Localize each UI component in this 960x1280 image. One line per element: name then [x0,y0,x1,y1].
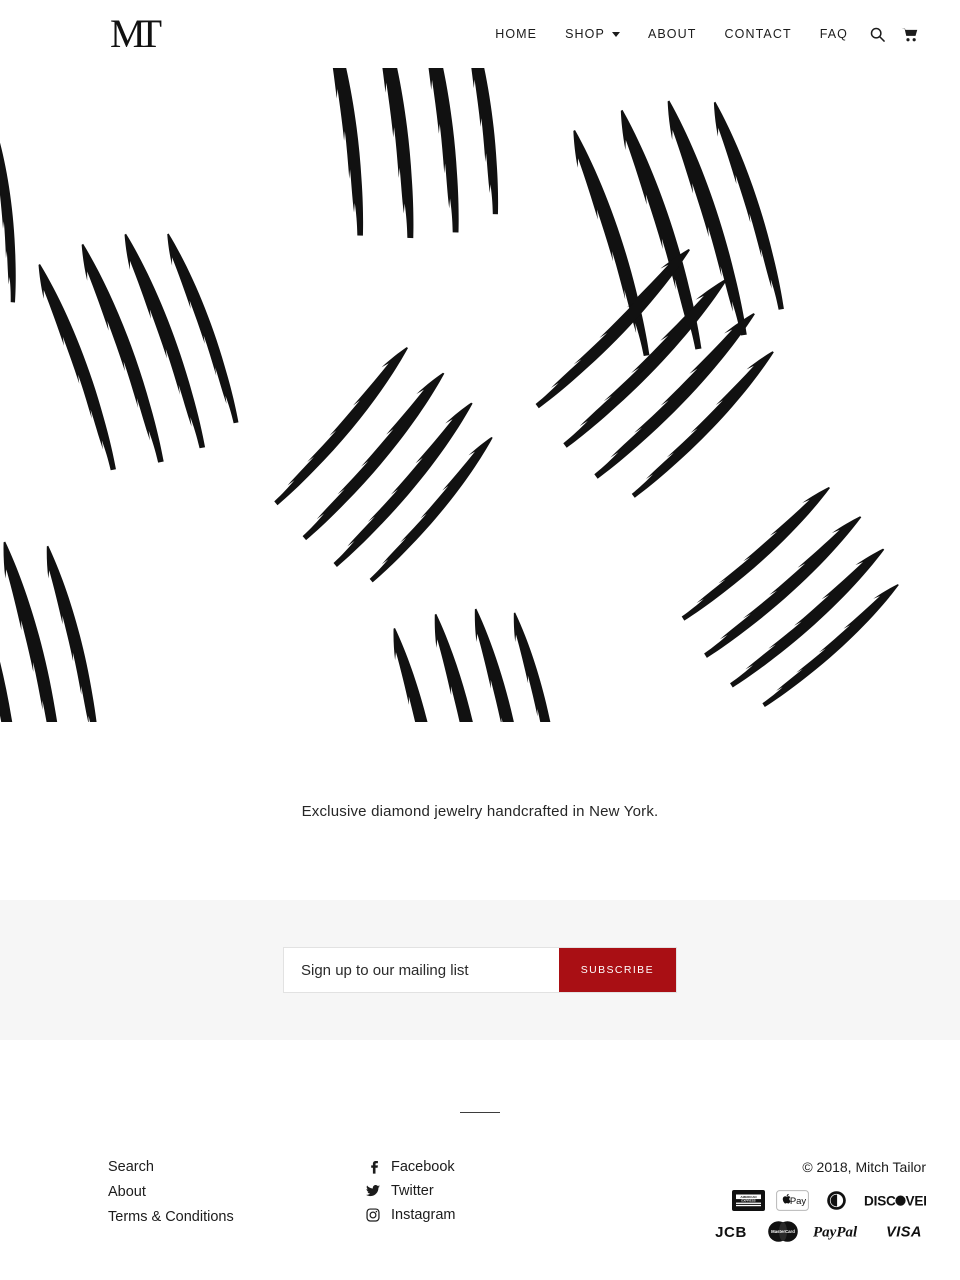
copyright-text: © 2018, Mitch Tailor [802,1159,926,1175]
twitter-icon [366,1184,380,1198]
logo-text: MT [110,11,163,56]
footer-links-column: Search About Terms & Conditions [108,1159,366,1234]
site-footer: Search About Terms & Conditions Facebook [0,1112,960,1252]
american-express-icon: AMERICAN EXPRESS [732,1190,765,1211]
payment-icons-row-2: JCB MasterCard PayPal VISA [666,1220,926,1243]
newsletter-section: SUBSCRIBE [0,900,960,1040]
mastercard-icon: MasterCard [764,1220,802,1243]
footer-payment-column: © 2018, Mitch Tailor AMERICAN EXPRESS Pa… [666,1159,926,1252]
diners-club-icon [820,1190,853,1211]
svg-text:JCB: JCB [715,1224,747,1241]
footer-social-column: Facebook Twitter Instagram [366,1159,666,1231]
svg-text:MasterCard: MasterCard [771,1229,795,1234]
subscribe-button[interactable]: SUBSCRIBE [558,948,676,992]
svg-text:VER: VER [906,1193,927,1208]
nav-home[interactable]: HOME [481,19,551,49]
nav-about[interactable]: ABOUT [634,19,711,49]
nav-contact-label: CONTACT [724,27,792,41]
main-navigation: HOME SHOP ABOUT CONTACT FAQ [481,19,926,49]
footer-link-terms-label: Terms & Conditions [108,1209,234,1225]
nav-about-label: ABOUT [647,27,697,41]
svg-text:PayPal: PayPal [813,1225,858,1241]
visa-icon: VISA [882,1221,926,1242]
newsletter-form: SUBSCRIBE [284,948,676,992]
footer-columns: Search About Terms & Conditions Facebook [0,1113,960,1252]
social-link-facebook-label: Facebook [391,1159,455,1175]
mitch-tailor-logo[interactable]: MT [110,14,162,54]
nav-faq[interactable]: FAQ [806,19,862,49]
social-link-instagram-label: Instagram [391,1207,456,1223]
social-link-twitter-label: Twitter [391,1183,434,1199]
site-header: MT HOME SHOP ABOUT CONTACT FAQ [0,0,960,68]
footer-link-terms[interactable]: Terms & Conditions [108,1209,366,1225]
nav-contact[interactable]: CONTACT [711,19,806,49]
page-tagline: Exclusive diamond jewelry handcrafted in… [301,802,659,820]
nav-shop-label: SHOP [565,27,605,41]
cart-icon[interactable] [893,21,926,48]
instagram-icon [366,1208,380,1222]
footer-link-search[interactable]: Search [108,1159,366,1175]
social-link-facebook[interactable]: Facebook [366,1159,666,1175]
search-icon[interactable] [862,21,893,48]
facebook-icon [366,1160,380,1174]
tagline-section: Exclusive diamond jewelry handcrafted in… [0,722,960,900]
svg-text:DISC: DISC [864,1193,896,1208]
footer-link-search-label: Search [108,1159,154,1175]
apple-pay-icon: Pay [776,1190,809,1211]
hero-banner [0,68,960,722]
chevron-down-icon [611,31,620,37]
newsletter-email-input[interactable] [284,948,559,992]
social-link-instagram[interactable]: Instagram [366,1207,666,1223]
svg-text:Pay: Pay [790,1196,807,1207]
svg-text:VISA: VISA [886,1225,922,1241]
svg-text:EXPRESS: EXPRESS [741,1198,755,1202]
discover-icon: DISC VER [864,1190,926,1211]
footer-link-about[interactable]: About [108,1184,366,1200]
claw-marks-banner [0,68,960,722]
jcb-icon: JCB [709,1221,753,1242]
social-link-twitter[interactable]: Twitter [366,1183,666,1199]
nav-shop[interactable]: SHOP [551,19,634,49]
footer-link-about-label: About [108,1184,146,1200]
payment-icons-row-1: AMERICAN EXPRESS Pay DISC VE [666,1190,926,1211]
nav-home-label: HOME [495,27,538,41]
paypal-icon: PayPal [813,1221,871,1242]
nav-faq-label: FAQ [819,27,848,41]
